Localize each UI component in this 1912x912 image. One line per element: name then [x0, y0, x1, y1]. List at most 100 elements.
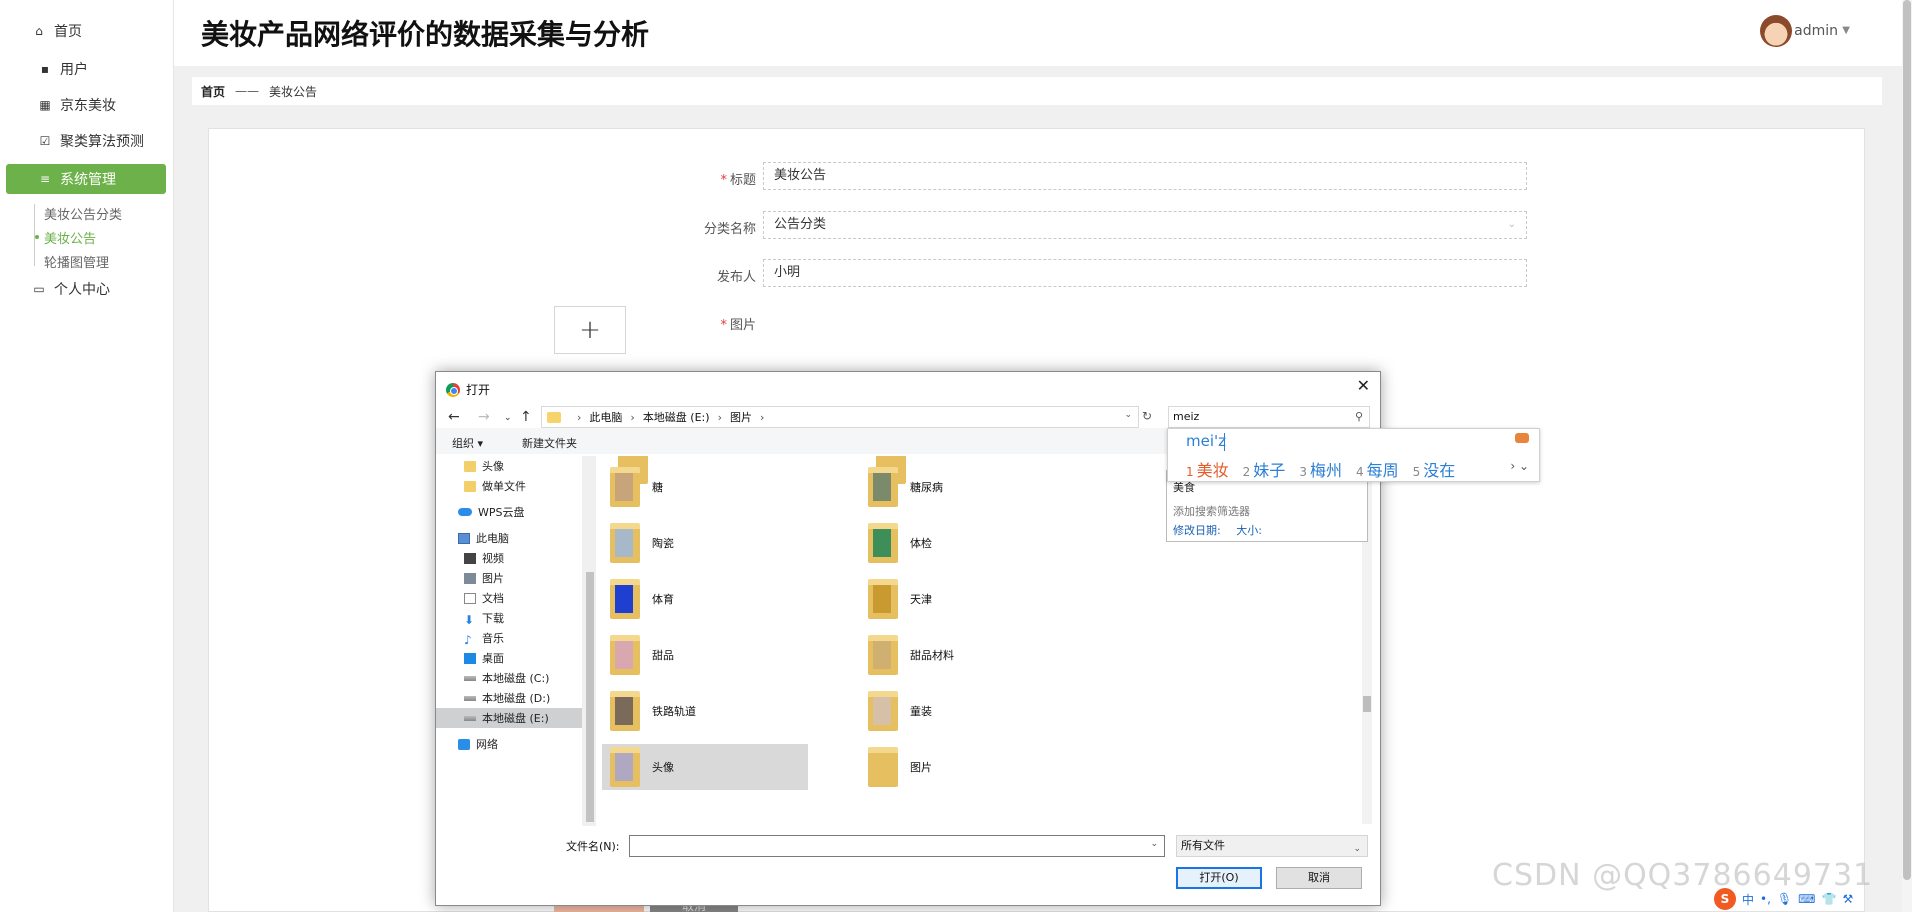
ime-candidate[interactable]: 4 每周 — [1356, 457, 1399, 481]
up-arrow-icon[interactable]: ↑ — [520, 409, 532, 425]
sidebar-item-system-manage[interactable]: ≡ 系统管理 — [6, 164, 166, 194]
file-item[interactable]: 甜品 — [602, 632, 808, 678]
computer-icon — [458, 532, 470, 544]
new-folder-button[interactable]: 新建文件夹 — [522, 435, 577, 451]
ime-skin-icon[interactable] — [1515, 433, 1529, 443]
back-arrow-icon[interactable]: ← — [448, 409, 460, 425]
ime-candidate[interactable]: 3 梅州 — [1299, 457, 1342, 481]
nav-item-this-pc[interactable]: 此电脑 — [436, 528, 596, 548]
filter-size[interactable]: 大小: — [1236, 524, 1262, 537]
path-separator: › — [759, 410, 765, 424]
sidebar-item-users[interactable]: ▪ 用户 — [36, 54, 170, 84]
video-icon — [464, 552, 476, 564]
nav-item-drive-e[interactable]: 本地磁盘 (E:) — [436, 708, 596, 728]
ime-candidate[interactable]: 2 妹子 — [1243, 457, 1286, 481]
ime-lang-indicator[interactable]: 中 — [1742, 891, 1754, 908]
folder-preview — [615, 529, 633, 557]
file-name: 体育 — [652, 593, 674, 606]
file-scroll-thumb[interactable] — [1363, 696, 1371, 712]
nav-item-videos[interactable]: 视频 — [436, 548, 596, 568]
page-scrollbar[interactable] — [1902, 0, 1912, 912]
image-upload-button[interactable]: + — [554, 306, 626, 354]
folder-icon — [610, 523, 640, 563]
sidebar-sub-carousel[interactable]: 轮播图管理 — [44, 252, 109, 271]
chevron-down-icon[interactable]: ⌄ — [1124, 410, 1132, 420]
sidebar-item-cluster-predict[interactable]: ☑ 聚类算法预测 — [36, 126, 170, 156]
sidebar-item-label: 首页 — [54, 24, 82, 40]
nav-item-downloads[interactable]: ⬇ 下载 — [436, 608, 596, 628]
sidebar-item-label: 聚类算法预测 — [60, 134, 144, 150]
open-button[interactable]: 打开(O) — [1176, 867, 1262, 889]
keyboard-icon[interactable]: ⌨ — [1798, 892, 1815, 906]
close-icon[interactable]: ✕ — [1357, 376, 1370, 395]
file-item[interactable]: 体育 — [602, 576, 808, 622]
caret-down-icon[interactable]: ▼ — [1842, 25, 1850, 36]
sidebar-item-label: 个人中心 — [54, 282, 110, 298]
nav-item-music[interactable]: ♪ 音乐 — [436, 628, 596, 648]
path-segment[interactable]: 图片 — [730, 409, 752, 425]
avatar[interactable] — [1760, 15, 1792, 47]
dialog-cancel-button[interactable]: 取消 — [1276, 867, 1362, 889]
organize-menu[interactable]: 组织 ▾ — [452, 435, 483, 451]
category-select[interactable]: 公告分类 ⌄ — [763, 211, 1527, 239]
nav-item-drive-d[interactable]: 本地磁盘 (D:) — [436, 688, 596, 708]
filetype-select[interactable]: 所有文件 ⌄ — [1176, 835, 1368, 857]
title-field[interactable]: 美妆公告 — [763, 162, 1527, 190]
forward-arrow-icon[interactable]: → — [478, 409, 490, 425]
user-name[interactable]: admin — [1794, 23, 1838, 39]
path-separator: › — [577, 410, 582, 424]
ime-candidate[interactable]: 5 没在 — [1413, 457, 1456, 481]
file-item[interactable]: 糖尿病 — [860, 464, 1066, 510]
sidebar-item-home[interactable]: ⌂ 首页 — [30, 16, 170, 46]
filter-date-modified[interactable]: 修改日期: — [1173, 524, 1221, 537]
search-input[interactable]: meiz ⚲ — [1168, 406, 1370, 428]
chevron-down-icon[interactable]: ⌄ — [1150, 839, 1158, 849]
ime-next-page-icon[interactable]: › ⌄ — [1510, 459, 1529, 473]
file-item[interactable]: 陶瓷 — [602, 520, 808, 566]
search-icon[interactable]: ⚲ — [1355, 407, 1363, 427]
file-item[interactable]: 体检 — [860, 520, 1066, 566]
path-segment[interactable]: 本地磁盘 (E:) — [643, 409, 710, 425]
nav-item-avatar[interactable]: 头像 — [436, 456, 596, 476]
dialog-nav-row: ← → ⌄ ↑ › 此电脑 › 本地磁盘 (E:) › 图片 › ⌄ ↻ mei… — [436, 406, 1380, 455]
file-item[interactable]: 糖 — [602, 464, 808, 510]
shirt-icon[interactable]: 👕 — [1821, 892, 1836, 906]
file-item[interactable]: 天津 — [860, 576, 1066, 622]
sidebar-item-jd-beauty[interactable]: ▦ 京东美妆 — [36, 90, 170, 120]
tools-icon[interactable]: ⚒ — [1842, 892, 1853, 906]
breadcrumb-home[interactable]: 首页 — [201, 83, 225, 100]
download-icon: ⬇ — [464, 612, 475, 627]
nav-item-network[interactable]: 网络 — [436, 734, 596, 754]
ime-candidate-window: mei'z 1 美妆 2 妹子 3 梅州 4 每周 5 没在 › ⌄ — [1167, 428, 1540, 482]
nav-item-drive-c[interactable]: 本地磁盘 (C:) — [436, 668, 596, 688]
nav-item-documents[interactable]: 文档 — [436, 588, 596, 608]
file-item[interactable]: 童装 — [860, 688, 1066, 734]
file-item[interactable]: 图片 — [860, 744, 1066, 790]
nav-item-wps-cloud[interactable]: WPS云盘 — [436, 502, 596, 522]
punctuation-icon[interactable]: •, — [1760, 892, 1771, 906]
file-item[interactable]: 铁路轨道 — [602, 688, 808, 734]
refresh-icon[interactable]: ↻ — [1142, 409, 1152, 423]
publisher-field[interactable]: 小明 — [763, 259, 1527, 287]
file-item[interactable]: 头像 — [602, 744, 808, 790]
page-scroll-thumb[interactable] — [1903, 0, 1911, 880]
microphone-icon[interactable]: 🎙 — [1777, 892, 1792, 906]
sidebar-sub-notice-category[interactable]: 美妆公告分类 — [44, 204, 122, 223]
nav-scroll-thumb[interactable] — [586, 572, 594, 822]
file-name: 甜品 — [652, 649, 674, 662]
dialog-title: 打开 — [466, 383, 491, 397]
file-item[interactable]: 甜品材料 — [860, 632, 1066, 678]
sidebar-sub-notice[interactable]: 美妆公告 — [34, 228, 96, 247]
path-segment[interactable]: 此电脑 — [589, 409, 622, 425]
drive-icon — [464, 715, 476, 721]
sogou-icon[interactable]: S — [1714, 888, 1736, 910]
nav-item-pictures[interactable]: 图片 — [436, 568, 596, 588]
address-bar[interactable]: › 此电脑 › 本地磁盘 (E:) › 图片 › ⌄ — [541, 406, 1139, 428]
menu-icon: ≡ — [39, 172, 51, 186]
ime-candidate[interactable]: 1 美妆 — [1186, 457, 1229, 481]
nav-item-order-files[interactable]: 做单文件 — [436, 476, 596, 496]
sidebar-item-profile[interactable]: ▭ 个人中心 — [30, 274, 170, 304]
filename-input[interactable]: ⌄ — [629, 835, 1165, 857]
recent-dropdown-icon[interactable]: ⌄ — [504, 413, 512, 423]
nav-item-desktop[interactable]: 桌面 — [436, 648, 596, 668]
